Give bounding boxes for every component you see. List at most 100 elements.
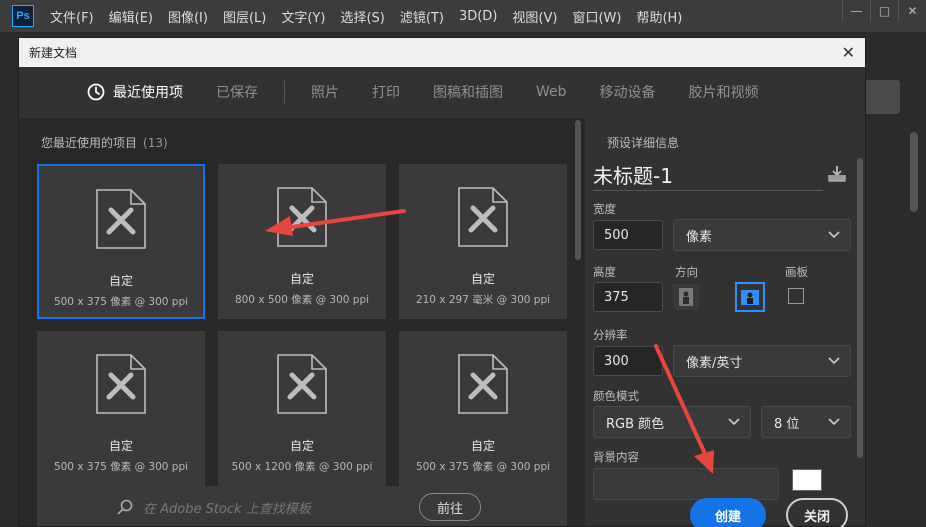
- preset-tabs: 最近使用项 已保存 照片 打印 图稿和插图 Web 移动设备 胶片和视频: [19, 67, 865, 117]
- artboard-checkbox[interactable]: [788, 288, 804, 304]
- orientation-label: 方向: [675, 265, 698, 279]
- width-unit-select[interactable]: 像素: [673, 219, 851, 251]
- tab-print-label: 打印: [372, 85, 400, 101]
- background-label: 背景内容: [593, 450, 639, 464]
- chevron-down-icon: [828, 231, 840, 239]
- card-name: 自定: [289, 272, 314, 286]
- menu-view[interactable]: 视图(V): [512, 7, 557, 26]
- tab-saved[interactable]: 已保存: [216, 82, 258, 102]
- tab-recent-label: 最近使用项: [113, 85, 183, 101]
- recent-items-panel: 您最近使用的项目 (13) 自定 500 x 375 像素 @ 300 ppi 自…: [19, 118, 585, 526]
- tab-recent[interactable]: 最近使用项: [87, 82, 183, 102]
- portrait-icon: [679, 288, 693, 306]
- clock-icon: [87, 83, 105, 101]
- recent-card[interactable]: 自定 500 x 1200 像素 @ 300 ppi: [218, 331, 386, 486]
- background-color-swatch[interactable]: [792, 469, 822, 491]
- resolution-unit-select[interactable]: 像素/英寸: [673, 345, 851, 377]
- tab-web-label: Web: [536, 84, 567, 100]
- width-label: 宽度: [593, 202, 616, 216]
- tab-web[interactable]: Web: [536, 84, 567, 100]
- tab-photo[interactable]: 照片: [311, 82, 339, 102]
- tab-mobile-label: 移动设备: [599, 85, 656, 101]
- card-dimensions: 210 x 297 毫米 @ 300 ppi: [415, 294, 551, 306]
- height-input[interactable]: 375: [593, 282, 663, 312]
- menu-type[interactable]: 文字(Y): [281, 7, 325, 26]
- maximize-button[interactable]: □: [870, 0, 898, 22]
- stock-go-button[interactable]: 前往: [419, 493, 481, 521]
- menu-image[interactable]: 图像(I): [168, 7, 208, 26]
- card-name: 自定: [289, 439, 314, 453]
- chevron-down-icon: [828, 418, 840, 426]
- landscape-icon: [741, 290, 759, 305]
- bit-depth-select[interactable]: 8 位: [761, 406, 851, 438]
- background-select[interactable]: [593, 468, 779, 500]
- dialog-titlebar: 新建文档 ✕: [19, 38, 865, 67]
- resolution-label: 分辨率: [593, 328, 628, 342]
- dialog-title: 新建文档: [29, 46, 78, 60]
- tab-film-label: 胶片和视频: [688, 85, 759, 101]
- window-controls: — □ ✕: [842, 0, 926, 22]
- chevron-down-icon: [728, 418, 740, 426]
- app-close-button[interactable]: ✕: [898, 0, 926, 22]
- app-scrollbar[interactable]: [910, 132, 918, 212]
- card-dimensions: 500 x 1200 像素 @ 300 ppi: [231, 461, 373, 473]
- recent-card[interactable]: 自定 500 x 375 像素 @ 300 ppi: [37, 164, 205, 319]
- menu-filter[interactable]: 滤镜(T): [400, 7, 444, 26]
- recent-items-heading: 您最近使用的项目 (13): [41, 134, 168, 151]
- menu-edit[interactable]: 编辑(E): [109, 7, 153, 26]
- resolution-unit-value: 像素/英寸: [686, 355, 743, 371]
- width-input[interactable]: 500: [593, 220, 663, 250]
- preset-details-heading: 预设详细信息: [607, 136, 680, 150]
- color-mode-label: 颜色模式: [593, 389, 639, 403]
- document-preset-icon: [96, 354, 146, 414]
- new-document-dialog: 新建文档 ✕ 最近使用项 已保存 照片 打印 图稿和插图 Web 移动设备 胶片…: [18, 37, 866, 527]
- menu-3d[interactable]: 3D(D): [459, 9, 497, 24]
- width-unit-value: 像素: [686, 229, 713, 245]
- card-name: 自定: [470, 439, 495, 453]
- document-name-input[interactable]: 未标题-1: [593, 161, 823, 191]
- height-label: 高度: [593, 265, 616, 279]
- bit-depth-value: 8 位: [774, 416, 800, 432]
- portrait-orientation-button[interactable]: [673, 284, 699, 310]
- menu-window[interactable]: 窗口(W): [572, 7, 621, 26]
- create-button[interactable]: 创建: [690, 498, 766, 527]
- document-preset-icon: [277, 354, 327, 414]
- stock-search-input[interactable]: 在 Adobe Stock 上查找模板: [143, 498, 311, 517]
- save-preset-icon[interactable]: [827, 164, 847, 184]
- tab-mobile[interactable]: 移动设备: [600, 82, 656, 102]
- tab-print[interactable]: 打印: [372, 82, 400, 102]
- color-mode-value: RGB 颜色: [606, 416, 665, 432]
- document-preset-icon: [458, 187, 508, 247]
- minimize-button[interactable]: —: [842, 0, 870, 22]
- menu-select[interactable]: 选择(S): [340, 7, 384, 26]
- landscape-orientation-button[interactable]: [735, 282, 765, 312]
- recent-card[interactable]: 自定 500 x 375 像素 @ 300 ppi: [37, 331, 205, 486]
- color-mode-select[interactable]: RGB 颜色: [593, 406, 751, 438]
- preset-scrollbar[interactable]: [857, 158, 863, 458]
- tab-film-video[interactable]: 胶片和视频: [689, 82, 759, 102]
- preset-details-panel: 预设详细信息 未标题-1 宽度 500 像素 高度 375 方向 画板 分辨率 …: [585, 118, 865, 526]
- tab-art-label: 图稿和插图: [433, 85, 503, 101]
- artboard-label: 画板: [785, 265, 808, 279]
- document-preset-icon: [96, 189, 146, 249]
- card-dimensions: 500 x 375 像素 @ 300 ppi: [415, 461, 551, 473]
- recent-scrollbar[interactable]: [575, 120, 581, 260]
- tab-saved-label: 已保存: [216, 85, 258, 101]
- card-dimensions: 800 x 500 像素 @ 300 ppi: [234, 294, 370, 306]
- card-name: 自定: [470, 272, 495, 286]
- tab-art-illustration[interactable]: 图稿和插图: [433, 82, 503, 102]
- card-dimensions: 500 x 375 像素 @ 300 ppi: [53, 461, 189, 473]
- recent-items-title: 您最近使用的项目: [41, 136, 138, 150]
- document-preset-icon: [458, 354, 508, 414]
- close-button[interactable]: 关闭: [786, 498, 848, 527]
- recent-card[interactable]: 自定 800 x 500 像素 @ 300 ppi: [218, 164, 386, 319]
- photoshop-logo: Ps: [12, 5, 34, 27]
- menu-layer[interactable]: 图层(L): [223, 7, 266, 26]
- menu-help[interactable]: 帮助(H): [636, 7, 682, 26]
- recent-card[interactable]: 自定 500 x 375 像素 @ 300 ppi: [399, 331, 567, 486]
- menu-file[interactable]: 文件(F): [50, 7, 94, 26]
- card-dimensions: 500 x 375 像素 @ 300 ppi: [53, 296, 189, 308]
- recent-card[interactable]: 自定 210 x 297 毫米 @ 300 ppi: [399, 164, 567, 319]
- dialog-close-icon[interactable]: ✕: [842, 43, 855, 62]
- resolution-input[interactable]: 300: [593, 346, 663, 376]
